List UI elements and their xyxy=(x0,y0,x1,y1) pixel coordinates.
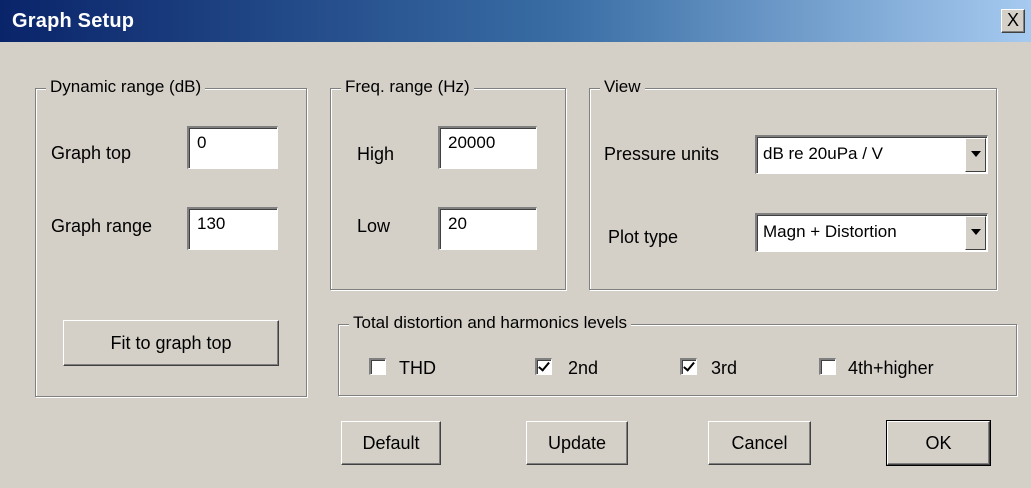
view-legend: View xyxy=(600,77,645,97)
graph-range-label: Graph range xyxy=(51,216,153,236)
plot-type-select[interactable]: Magn + Distortion xyxy=(755,213,988,252)
higher-harmonics-label: 4th+higher xyxy=(848,358,934,378)
thd-checkbox[interactable] xyxy=(369,358,386,375)
chevron-down-icon[interactable] xyxy=(965,216,986,250)
default-button[interactable]: Default xyxy=(341,421,441,465)
pressure-units-label: Pressure units xyxy=(604,144,720,164)
cancel-button[interactable]: Cancel xyxy=(708,421,811,465)
higher-harmonics-checkbox[interactable] xyxy=(819,358,836,375)
plot-type-value: Magn + Distortion xyxy=(763,222,897,241)
plot-type-label: Plot type xyxy=(608,227,679,247)
second-harmonic-checkbox[interactable] xyxy=(535,358,552,375)
pressure-units-select[interactable]: dB re 20uPa / V xyxy=(755,135,988,174)
second-harmonic-label: 2nd xyxy=(568,358,599,378)
ok-button[interactable]: OK xyxy=(886,420,991,466)
close-icon: X xyxy=(1006,10,1019,30)
low-label: Low xyxy=(357,216,391,236)
close-button[interactable]: X xyxy=(1001,9,1025,33)
window-title: Graph Setup xyxy=(12,10,135,32)
low-freq-input[interactable]: 20 xyxy=(438,207,537,250)
chevron-down-icon[interactable] xyxy=(965,138,986,172)
freq-range-legend: Freq. range (Hz) xyxy=(341,77,474,97)
view-group: View xyxy=(589,77,997,290)
distortion-legend: Total distortion and harmonics levels xyxy=(349,313,632,333)
pressure-units-value: dB re 20uPa / V xyxy=(763,144,884,163)
high-freq-input[interactable]: 20000 xyxy=(438,126,537,169)
thd-label: THD xyxy=(399,358,436,378)
graph-range-input[interactable]: 130 xyxy=(187,207,278,250)
high-label: High xyxy=(357,144,395,164)
freq-range-group: Freq. range (Hz) xyxy=(330,77,566,290)
graph-top-label: Graph top xyxy=(51,143,132,163)
update-button[interactable]: Update xyxy=(526,421,628,465)
title-bar[interactable]: Graph Setup X xyxy=(0,0,1031,42)
fit-to-graph-top-button[interactable]: Fit to graph top xyxy=(63,320,279,366)
dynamic-range-legend: Dynamic range (dB) xyxy=(46,77,206,97)
graph-top-input[interactable]: 0 xyxy=(187,126,278,169)
graph-setup-dialog: Graph Setup X Dynamic range (dB) Graph t… xyxy=(0,0,1031,488)
third-harmonic-checkbox[interactable] xyxy=(680,358,697,375)
third-harmonic-label: 3rd xyxy=(711,358,738,378)
